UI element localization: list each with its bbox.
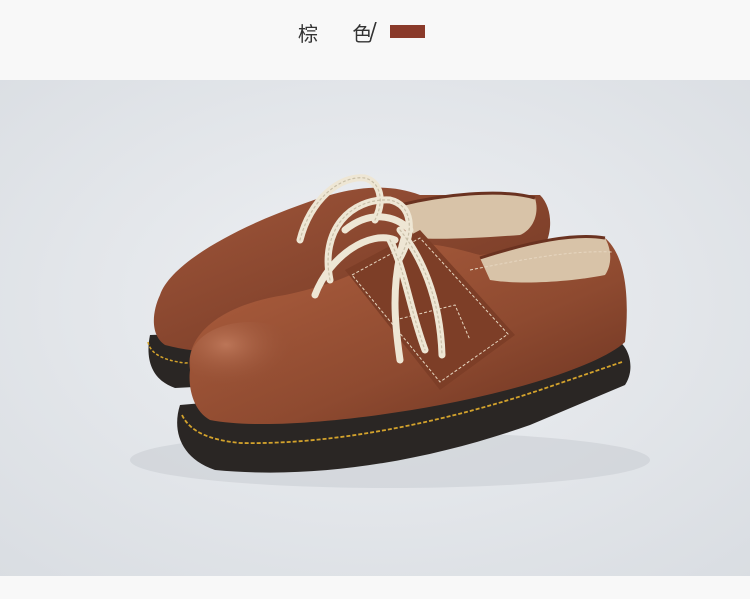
color-swatch [390,25,425,38]
header-bar: 棕 色 / [0,0,750,80]
shoes-image [0,80,750,576]
product-photo [0,80,750,576]
footer-bar [0,576,750,599]
separator-slash: / [370,18,377,42]
